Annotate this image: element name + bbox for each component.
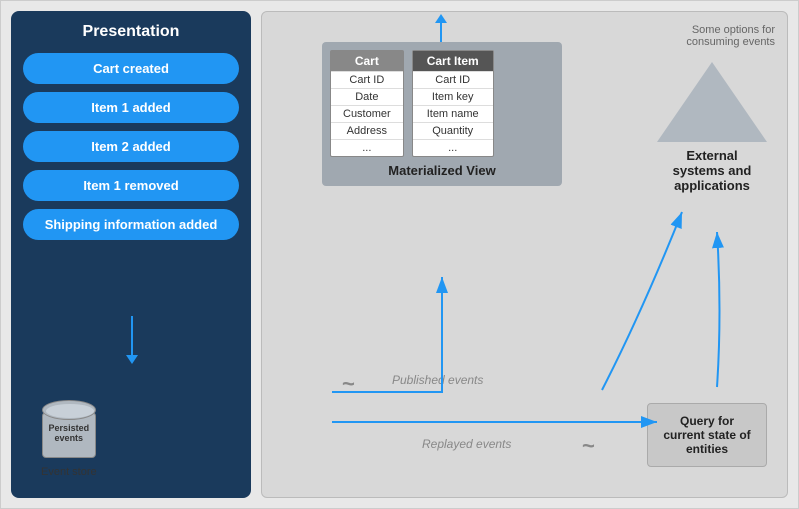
consuming-label: Some options forconsuming events	[686, 24, 775, 48]
cart-table: Cart Cart ID Date Customer Address ...	[330, 50, 404, 157]
replayed-events-label: Replayed events	[422, 437, 511, 451]
query-box: Query for current state of entities	[647, 403, 767, 467]
cart-item-row-3: Quantity	[413, 122, 493, 139]
external-label: Externalsystems andapplications	[673, 148, 752, 193]
event-pill-1: Item 1 added	[23, 92, 239, 123]
cart-item-row-0: Cart ID	[413, 71, 493, 88]
cart-item-table: Cart Item Cart ID Item key Item name Qua…	[412, 50, 494, 157]
cart-row-1: Date	[331, 88, 403, 105]
cart-row-2: Customer	[331, 105, 403, 122]
event-store-area: Persistedevents Event store	[41, 400, 97, 478]
arrow-pills-to-store	[131, 316, 133, 356]
cart-item-row-1: Item key	[413, 88, 493, 105]
event-store-cylinder: Persistedevents	[42, 400, 96, 460]
cart-item-row-2: Item name	[413, 105, 493, 122]
cart-row-3: Address	[331, 122, 403, 139]
tables-row: Cart Cart ID Date Customer Address ... C…	[330, 50, 554, 157]
mv-container: Cart Cart ID Date Customer Address ... C…	[322, 42, 562, 186]
cart-table-header: Cart	[331, 51, 403, 71]
published-events-label: Published events	[392, 373, 483, 387]
event-pills-list: Cart created Item 1 added Item 2 added I…	[23, 53, 239, 240]
cart-row-4: ...	[331, 139, 403, 156]
mv-label: Materialized View	[330, 163, 554, 178]
event-pill-0: Cart created	[23, 53, 239, 84]
cylinder-text: Persistedevents	[49, 423, 90, 443]
right-area: Some options forconsuming events Cart Ca…	[261, 11, 788, 498]
main-container: Presentation Cart created Item 1 added I…	[0, 0, 799, 509]
cart-item-header: Cart Item	[413, 51, 493, 71]
presentation-title: Presentation	[23, 23, 239, 41]
presentation-panel: Presentation Cart created Item 1 added I…	[11, 11, 251, 498]
event-store-label: Event store	[41, 466, 97, 478]
external-triangle-icon	[657, 62, 767, 142]
event-pill-3: Item 1 removed	[23, 170, 239, 201]
cart-item-row-4: ...	[413, 139, 493, 156]
tilde-published: ~	[342, 371, 355, 397]
external-systems-area: Externalsystems andapplications	[657, 62, 767, 193]
event-pill-4: Shipping information added	[23, 209, 239, 240]
cart-row-0: Cart ID	[331, 71, 403, 88]
event-pill-2: Item 2 added	[23, 131, 239, 162]
tilde-replayed: ~	[582, 433, 595, 459]
